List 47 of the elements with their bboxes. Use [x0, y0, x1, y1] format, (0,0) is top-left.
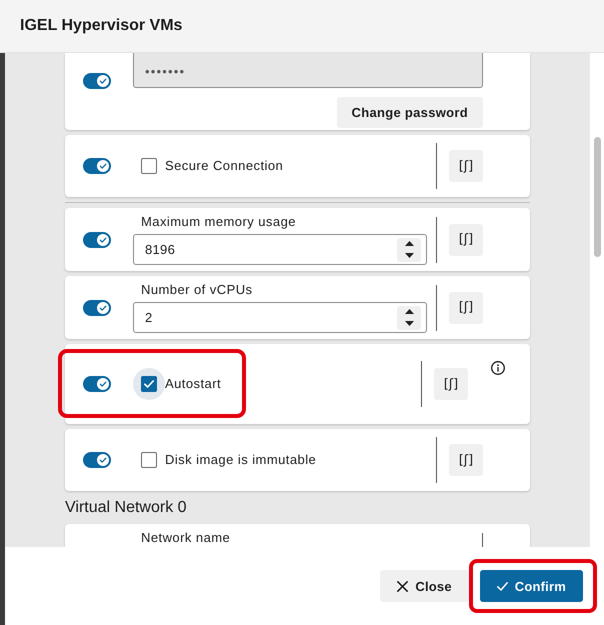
toggle-switch[interactable]	[83, 452, 111, 468]
increment-button[interactable]	[397, 306, 421, 318]
check-icon	[97, 75, 109, 87]
toggle-switch[interactable]	[83, 73, 111, 89]
change-password-button[interactable]: Change password	[336, 97, 483, 128]
number-field[interactable]: 8196	[133, 234, 427, 265]
info-icon[interactable]	[491, 361, 505, 375]
caret-down-icon	[404, 321, 414, 326]
dialog-title: IGEL Hypervisor VMs	[20, 16, 182, 36]
caret-up-icon	[404, 309, 414, 314]
checkbox[interactable]	[141, 452, 157, 468]
script-button[interactable]: [ʃ]	[434, 368, 468, 400]
toggle-switch[interactable]	[83, 158, 111, 174]
field-label: Maximum memory usage	[141, 214, 296, 229]
check-icon	[97, 302, 109, 314]
toggle-switch[interactable]	[83, 232, 111, 248]
field-label: Number of vCPUs	[141, 282, 252, 297]
increment-button[interactable]	[397, 238, 421, 250]
script-button[interactable]: [ʃ]	[449, 224, 483, 256]
check-icon	[496, 580, 508, 592]
script-button[interactable]: [ʃ]	[449, 150, 483, 182]
decrement-button[interactable]	[397, 250, 421, 262]
checkbox[interactable]	[141, 376, 157, 392]
check-icon	[97, 454, 109, 466]
checkbox-label[interactable]: Secure Connection	[165, 158, 284, 174]
field-label: Network name	[141, 530, 230, 545]
check-icon	[144, 380, 154, 388]
script-button[interactable]: [ʃ]	[449, 292, 483, 324]
password-field[interactable]: •••••••	[133, 53, 483, 88]
check-icon	[97, 234, 109, 246]
checkbox-label[interactable]: Disk image is immutable	[165, 452, 316, 468]
script-button[interactable]: [ʃ]	[449, 444, 483, 476]
number-field[interactable]: 2	[133, 302, 427, 333]
caret-up-icon	[404, 241, 414, 246]
close-button[interactable]: Close	[380, 570, 469, 602]
check-icon	[97, 378, 109, 390]
decrement-button[interactable]	[397, 318, 421, 330]
close-icon	[397, 580, 408, 592]
checkbox-label[interactable]: Autostart	[165, 376, 222, 392]
scrollbar-thumb[interactable]	[594, 137, 601, 257]
caret-down-icon	[404, 253, 414, 258]
confirm-button[interactable]: Confirm	[480, 570, 583, 602]
toggle-switch[interactable]	[83, 300, 111, 316]
check-icon	[97, 160, 109, 172]
toggle-switch[interactable]	[83, 376, 111, 392]
section-heading: Virtual Network 0	[65, 499, 187, 516]
checkbox[interactable]	[141, 158, 157, 174]
